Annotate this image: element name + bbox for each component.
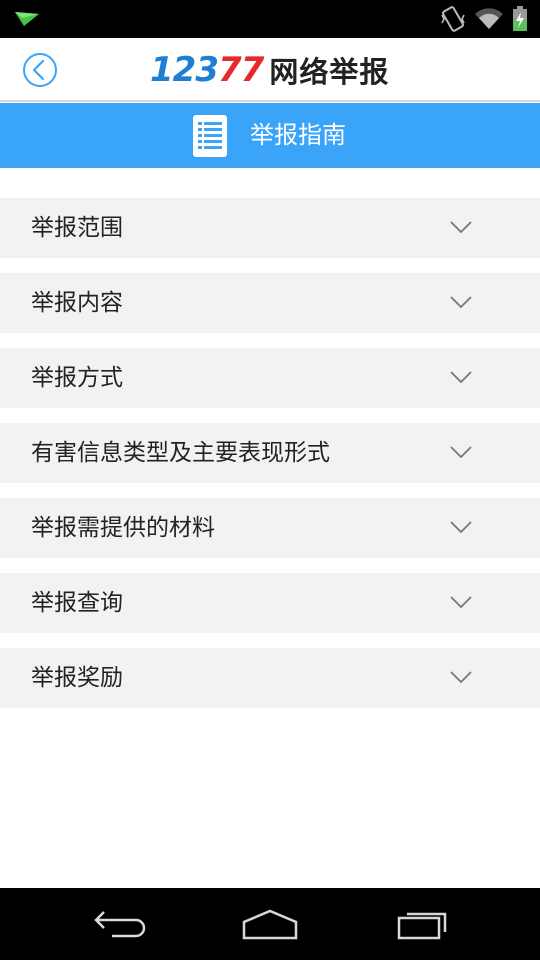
list-item-label: 举报范围 xyxy=(31,215,123,241)
document-list-icon xyxy=(193,115,227,157)
list-item-report-query[interactable]: 举报查询 xyxy=(0,573,540,633)
list-item-harmful-info-types[interactable]: 有害信息类型及主要表现形式 xyxy=(0,423,540,483)
list-item-label: 举报方式 xyxy=(31,365,123,391)
list-item-required-materials[interactable]: 举报需提供的材料 xyxy=(0,498,540,558)
nav-recents-button[interactable] xyxy=(368,888,478,960)
chevron-down-icon xyxy=(450,221,472,234)
list-item-label: 有害信息类型及主要表现形式 xyxy=(31,440,330,466)
chevron-down-icon xyxy=(450,296,472,309)
notification-icon xyxy=(15,12,39,26)
nav-back-button[interactable] xyxy=(65,888,175,960)
list-item-label: 举报查询 xyxy=(31,590,123,616)
app-header: 12377 网络举报 xyxy=(0,38,540,102)
page-title: 举报指南 xyxy=(250,121,346,149)
system-nav-bar xyxy=(0,888,540,960)
nav-home-button[interactable] xyxy=(215,888,325,960)
list-item-report-methods[interactable]: 举报方式 xyxy=(0,348,540,408)
logo-number: 12377 xyxy=(150,50,264,90)
battery-charging-icon xyxy=(513,6,527,31)
list-item-label: 举报需提供的材料 xyxy=(31,515,215,541)
recent-apps-icon xyxy=(397,912,447,940)
app-logo: 12377 网络举报 xyxy=(150,48,389,92)
list-item-label: 举报内容 xyxy=(31,290,123,316)
chevron-down-icon xyxy=(450,446,472,459)
status-bar xyxy=(0,0,540,38)
list-item-label: 举报奖励 xyxy=(31,665,123,691)
chevron-down-icon xyxy=(450,596,472,609)
list-item-report-content[interactable]: 举报内容 xyxy=(0,273,540,333)
home-icon xyxy=(242,909,298,940)
wifi-icon xyxy=(475,8,503,30)
vibrate-icon xyxy=(441,6,465,32)
chevron-down-icon xyxy=(450,371,472,384)
back-button[interactable] xyxy=(22,52,58,88)
list-item-report-rewards[interactable]: 举报奖励 xyxy=(0,648,540,708)
logo-digits-blue: 123 xyxy=(150,50,219,90)
logo-digits-red: 77 xyxy=(217,50,264,90)
title-bar: 举报指南 xyxy=(0,103,540,168)
chevron-down-icon xyxy=(450,521,472,534)
back-arrow-icon xyxy=(94,911,146,938)
list-item-report-scope[interactable]: 举报范围 xyxy=(0,198,540,258)
chevron-down-icon xyxy=(450,671,472,684)
logo-text: 网络举报 xyxy=(269,55,390,89)
